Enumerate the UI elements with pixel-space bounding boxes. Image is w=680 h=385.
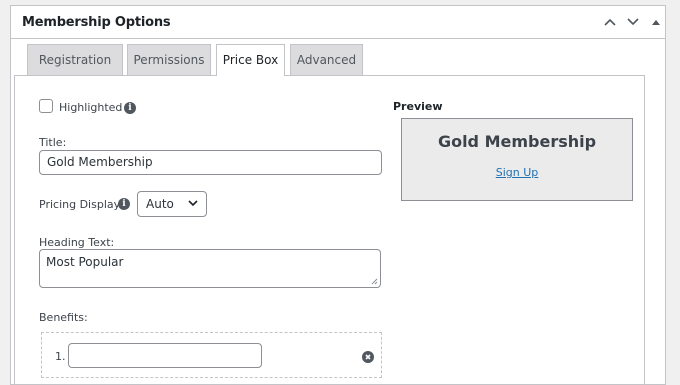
tab-permissions[interactable]: Permissions xyxy=(127,44,211,75)
pricing-display-select[interactable]: Auto xyxy=(137,191,207,217)
benefit-number: 1. xyxy=(55,350,66,363)
heading-text-label: Heading Text: xyxy=(39,236,115,249)
title-label: Title: xyxy=(39,136,67,149)
preview-title: Gold Membership xyxy=(437,132,597,151)
chevron-down-icon xyxy=(188,200,198,207)
metabox-title: Membership Options xyxy=(22,15,171,30)
sign-up-link[interactable]: Sign Up xyxy=(402,166,632,179)
highlighted-checkbox[interactable] xyxy=(39,99,53,113)
tab-price-box[interactable]: Price Box xyxy=(216,44,285,76)
pricing-display-value: Auto xyxy=(146,197,174,211)
metabox-header: Membership Options xyxy=(11,6,665,39)
price-box-preview: Gold Membership Sign Up xyxy=(401,118,633,201)
info-icon[interactable]: i xyxy=(124,102,136,114)
preview-label: Preview xyxy=(393,100,443,113)
chevron-down-icon xyxy=(627,18,639,26)
benefits-list: 1. xyxy=(41,332,382,378)
tab-advanced[interactable]: Advanced xyxy=(290,44,363,75)
pricing-display-label: Pricing Display xyxy=(39,198,121,211)
move-up-button[interactable] xyxy=(599,10,621,34)
highlighted-label: Highlighted xyxy=(59,101,123,114)
benefits-label: Benefits: xyxy=(39,311,88,324)
toggle-panel-button[interactable] xyxy=(645,10,667,34)
title-input[interactable]: Gold Membership xyxy=(39,150,382,175)
info-icon[interactable]: i xyxy=(118,198,130,210)
remove-benefit-icon[interactable] xyxy=(362,351,374,363)
caret-up-icon xyxy=(652,20,660,25)
heading-text-value: Most Popular xyxy=(46,255,124,269)
heading-text-textarea[interactable]: Most Popular xyxy=(39,249,381,288)
tab-registration[interactable]: Registration xyxy=(27,44,123,75)
chevron-up-icon xyxy=(604,18,616,26)
benefit-input[interactable] xyxy=(68,343,262,368)
resize-grip-icon[interactable] xyxy=(371,278,378,285)
move-down-button[interactable] xyxy=(622,10,644,34)
